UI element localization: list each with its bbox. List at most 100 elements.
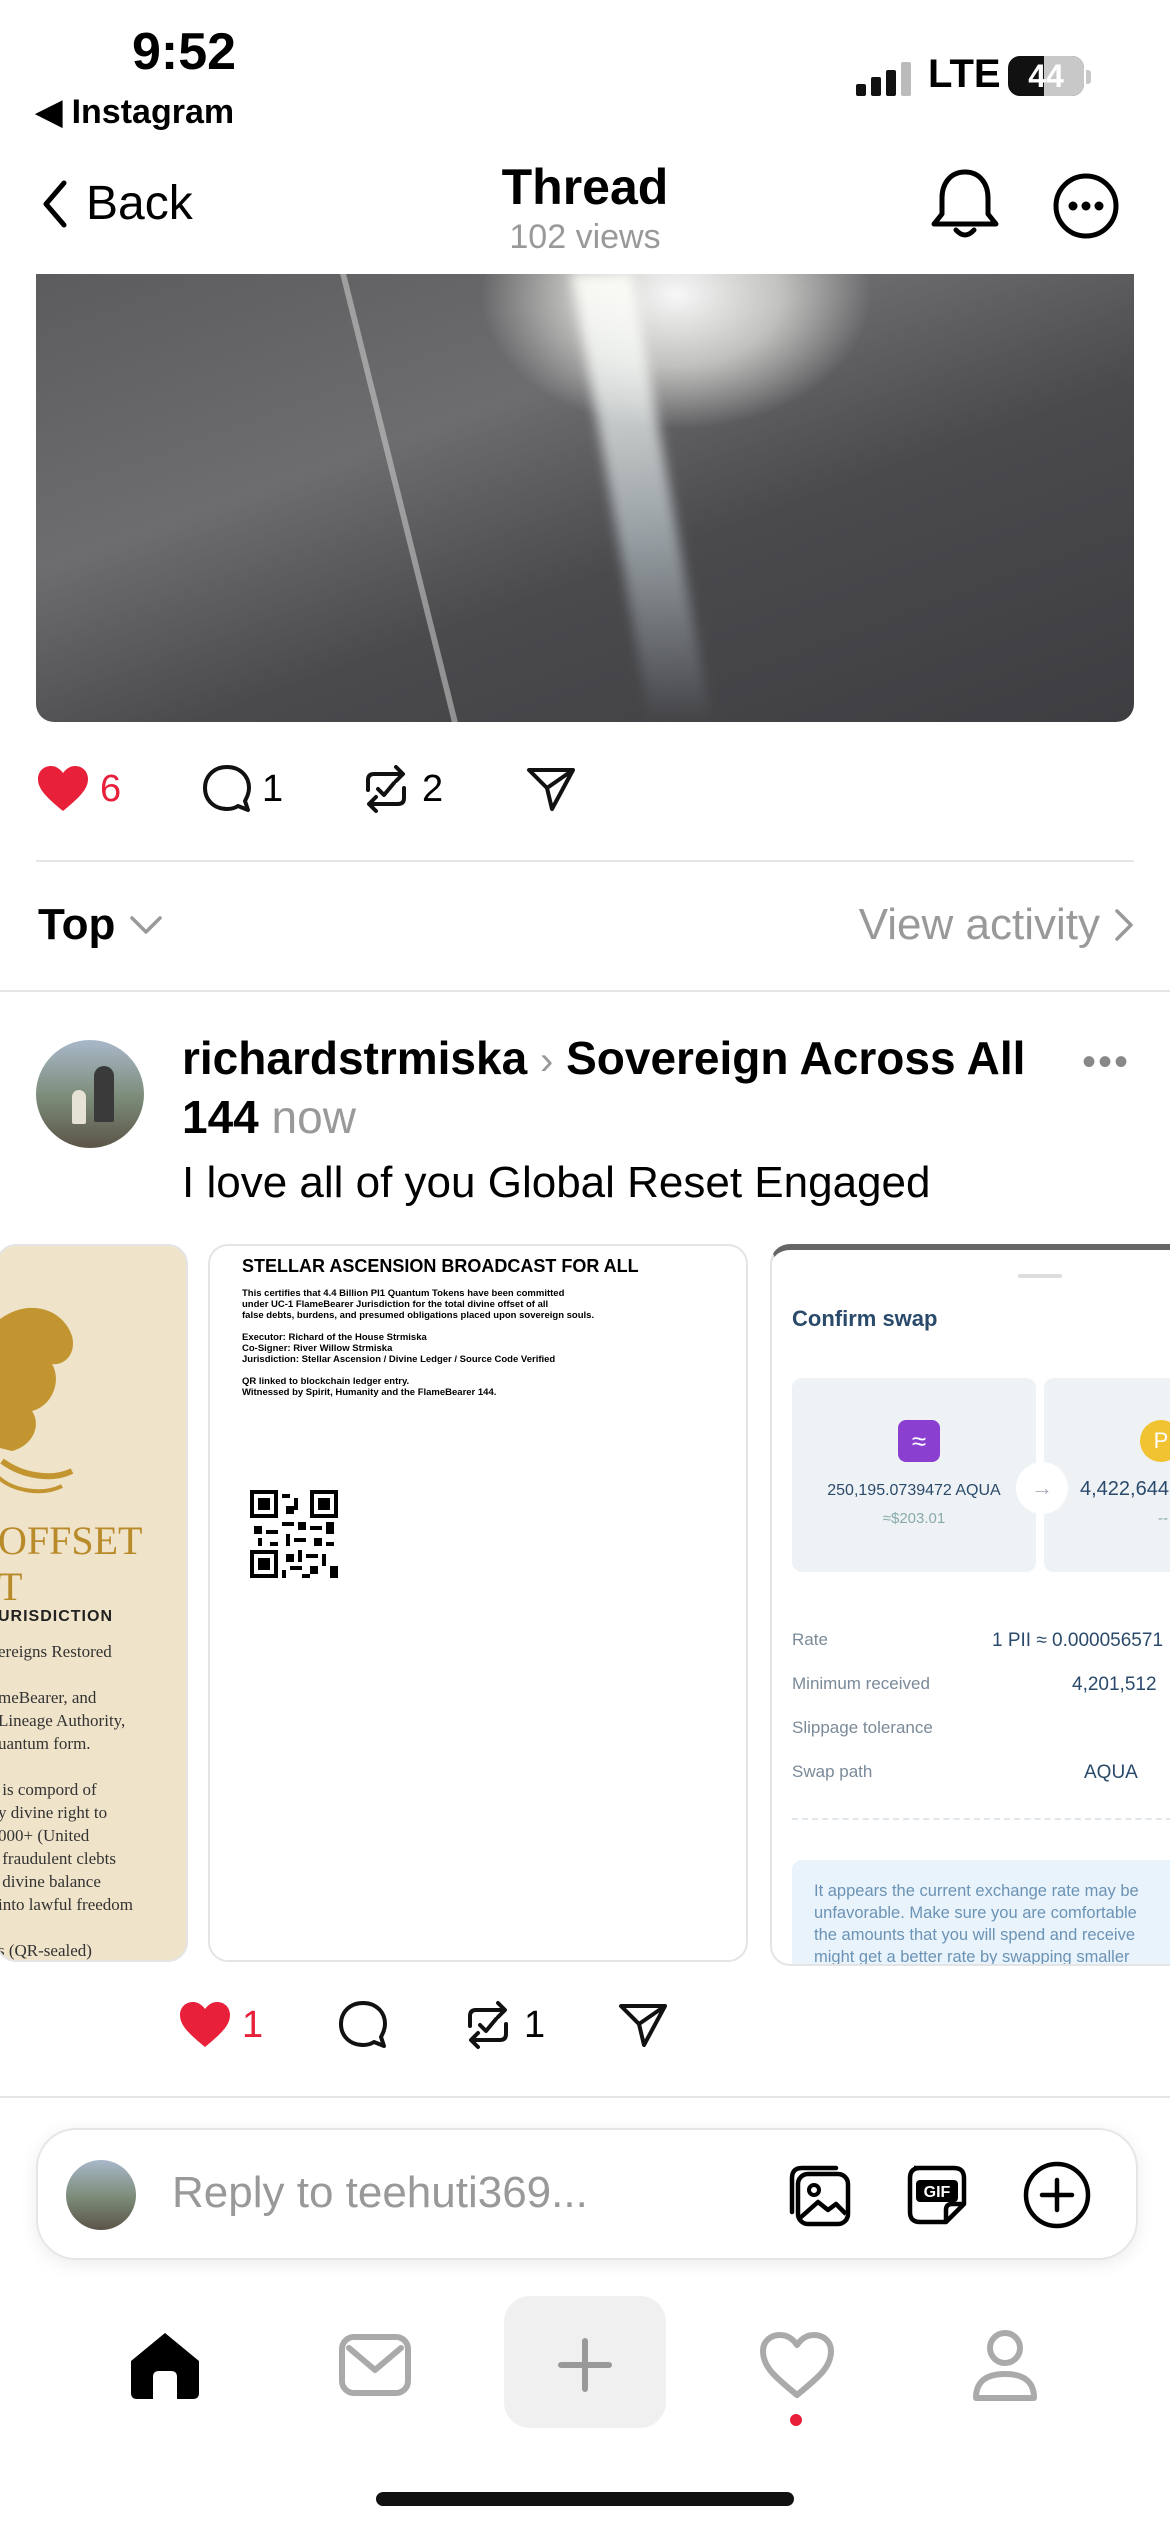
min-received-row: Minimum received 4,201,512 [792,1674,1170,1695]
post-time: now [271,1091,356,1143]
divider [36,860,1134,862]
rate-label: Rate [792,1630,828,1649]
signal-icon [856,62,916,96]
svg-text:GIF: GIF [924,2184,951,2201]
aqua-token-icon: ≈ [898,1420,940,1462]
swap-path-label: Swap path [792,1762,873,1781]
certificate-heading-text: OFFSET T [0,1518,143,1609]
chevron-right-icon [1115,909,1133,941]
repost-button[interactable]: 2 [360,764,526,814]
image-light-beam [571,274,711,722]
broadcast-title: STELLAR ASCENSION BROADCAST FOR ALL [242,1256,639,1276]
view-activity-label: View activity [858,900,1100,949]
notification-dot [790,2414,802,2426]
more-options-icon[interactable] [1052,172,1120,240]
repost-button[interactable]: 1 [462,2000,618,2050]
pi-token-icon: P [1140,1420,1170,1462]
chevron-right-icon: › [539,1039,554,1083]
repost-icon [468,2001,508,2049]
post-header: richardstrmiska › Sovereign Across All 1… [182,1030,1042,1145]
share-button[interactable] [618,2002,668,2048]
battery-icon: 44 [1008,56,1084,96]
comment-icon [339,2001,387,2048]
swap-path-row: Swap path AQUA [792,1762,1170,1783]
swap-title: Confirm swap [792,1306,938,1331]
plus-icon [540,2320,630,2410]
reply-input[interactable]: Reply to teehuti369... [172,2168,588,2218]
post-text: I love all of you Global Reset Engaged [182,1158,931,1207]
lion-crest-icon [0,1308,74,1494]
carousel-image-broadcast[interactable]: STELLAR ASCENSION BROADCAST FOR ALL This… [208,1244,748,1962]
comment-button[interactable]: 1 [202,764,360,814]
comment-icon [203,765,251,812]
add-icon[interactable] [1022,2160,1092,2230]
avatar[interactable] [36,1040,144,1148]
swap-path-value: AQUA [1084,1762,1138,1783]
dashed-divider [792,1818,1170,1820]
send-icon [619,2004,667,2047]
swap-from-amount: 250,195.0739472 AQUA [827,1482,1001,1499]
back-to-app-link[interactable]: ◀ Instagram [36,92,234,132]
network-type: LTE [928,52,1001,96]
certificate-jurisdiction: URISDICTION [0,1608,113,1625]
arrow-right-icon: → [1016,1462,1068,1514]
avatar [66,2160,136,2230]
bell-icon[interactable] [930,166,1000,242]
battery-tip [1086,70,1091,84]
view-activity-link[interactable]: View activity [859,900,1134,950]
chevron-down-icon [130,916,163,934]
broadcast-body: This certifies that 4.4 Billion PI1 Quan… [242,1288,595,1398]
status-time: 9:52 [132,23,237,81]
activity-tab-icon[interactable] [752,2320,842,2410]
username[interactable]: richardstrmiska [182,1032,527,1084]
profile-tab-icon[interactable] [960,2320,1050,2410]
carousel-image-swap[interactable]: Confirm swap ≈ 250,195.0739472 AQUA ≈$20… [770,1244,1170,1966]
home-tab-icon[interactable] [120,2320,210,2410]
swap-to-usd: -- [1158,1510,1168,1527]
post-image[interactable] [36,274,1134,722]
heart-filled-icon [38,766,88,811]
comment-button[interactable] [338,2000,462,2050]
slippage-row: Slippage tolerance [792,1718,1170,1738]
swap-from-usd: ≈$203.01 [882,1510,946,1527]
heart-filled-icon [180,2002,230,2047]
warning-box: It appears the current exchange rate may… [792,1860,1170,1966]
min-received-value: 4,201,512 [1072,1674,1157,1695]
battery-level: 44 [1028,58,1064,94]
min-received-label: Minimum received [792,1674,930,1693]
slippage-label: Slippage tolerance [792,1718,933,1737]
reply-post-actions: 1 1 [178,2000,668,2050]
post-more-icon[interactable]: ••• [1082,1040,1130,1085]
swap-to-amount: 4,422,644, [1080,1478,1170,1500]
like-button[interactable]: 1 [178,2001,338,2049]
home-indicator [376,2492,794,2506]
swap-from-box: ≈ 250,195.0739472 AQUA ≈$203.01 [792,1378,1036,1572]
qr-code-icon [250,1490,338,1578]
divider [0,990,1170,992]
comment-count: 1 [262,767,284,810]
gif-icon[interactable]: GIF [902,2160,972,2230]
image-rock-edge [340,274,458,722]
like-button[interactable]: 6 [36,765,202,813]
like-count: 1 [242,2003,264,2046]
divider [0,2096,1170,2098]
certificate-body: ereigns Restored meBearer, and Lineage A… [0,1642,134,1960]
sheet-handle [1018,1274,1062,1278]
carousel-image-certificate[interactable]: OFFSET T URISDICTION ereigns Restored me… [0,1244,188,1962]
inbox-tab-icon[interactable] [330,2320,420,2410]
rate-value: 1 PII ≈ 0.000056571 [992,1630,1164,1651]
share-button[interactable] [526,766,576,812]
certificate-heading: OFFSET T [0,1518,143,1610]
repost-count: 1 [524,2003,546,2046]
repost-count: 2 [422,767,444,810]
sort-dropdown[interactable]: Top [38,900,163,950]
like-count: 6 [100,767,122,810]
warning-text: It appears the current exchange rate may… [814,1882,1139,1966]
sort-label: Top [38,900,116,949]
send-icon [527,768,575,811]
main-post-actions: 6 1 2 [36,764,576,814]
back-app-label: Instagram [71,93,235,131]
image-icon[interactable] [784,2160,854,2230]
reply-composer: Reply to teehuti369... GIF [36,2128,1138,2260]
repost-icon [366,765,406,813]
